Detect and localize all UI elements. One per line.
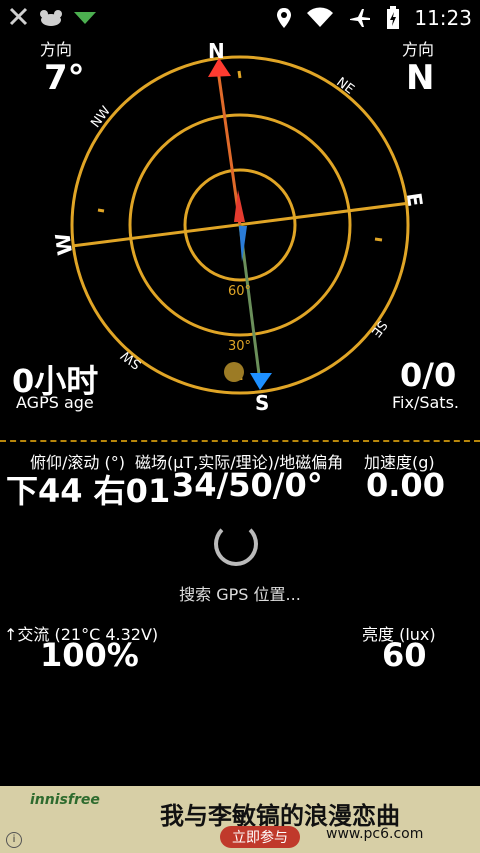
- cardinal-n: N: [208, 39, 225, 63]
- acceleration-value: 0.00: [366, 466, 445, 504]
- ring-label-30: 30°: [228, 339, 251, 354]
- magnetic-value: 34/50/0°: [172, 466, 323, 504]
- ad-brand: innisfree: [30, 792, 100, 808]
- cardinal-se: SE: [368, 317, 390, 339]
- cardinal-s: S: [255, 391, 269, 415]
- ad-info-icon[interactable]: i: [6, 832, 22, 848]
- agps-age-label: AGPS age: [16, 393, 94, 412]
- cardinal-ne: NE: [333, 75, 356, 98]
- ad-join-button[interactable]: 立即参与: [220, 826, 300, 848]
- battery-value: 100%: [40, 636, 139, 674]
- gps-searching-text: 搜索 GPS 位置...: [179, 585, 301, 604]
- cardinal-nw: NW: [88, 104, 114, 131]
- light-value: 60: [382, 636, 427, 674]
- gps-position-dot: [224, 362, 244, 382]
- fix-sats-value: 0/0: [400, 356, 457, 394]
- south-marker: [250, 373, 272, 390]
- cardinal-sw: SW: [118, 347, 144, 372]
- tilt-value: 下44 右01: [6, 472, 171, 510]
- ring-label-60: 60°: [228, 284, 251, 299]
- fix-sats-label: Fix/Sats.: [392, 393, 459, 412]
- loading-spinner-icon: [214, 522, 258, 566]
- ad-banner[interactable]: innisfree 我与李敏镐的浪漫恋曲 立即参与 www.pc6.com i: [0, 786, 480, 853]
- cardinal-e: E: [402, 191, 428, 208]
- ad-watermark: www.pc6.com: [326, 826, 424, 842]
- section-divider: [0, 440, 480, 442]
- cardinal-w: W: [50, 232, 77, 257]
